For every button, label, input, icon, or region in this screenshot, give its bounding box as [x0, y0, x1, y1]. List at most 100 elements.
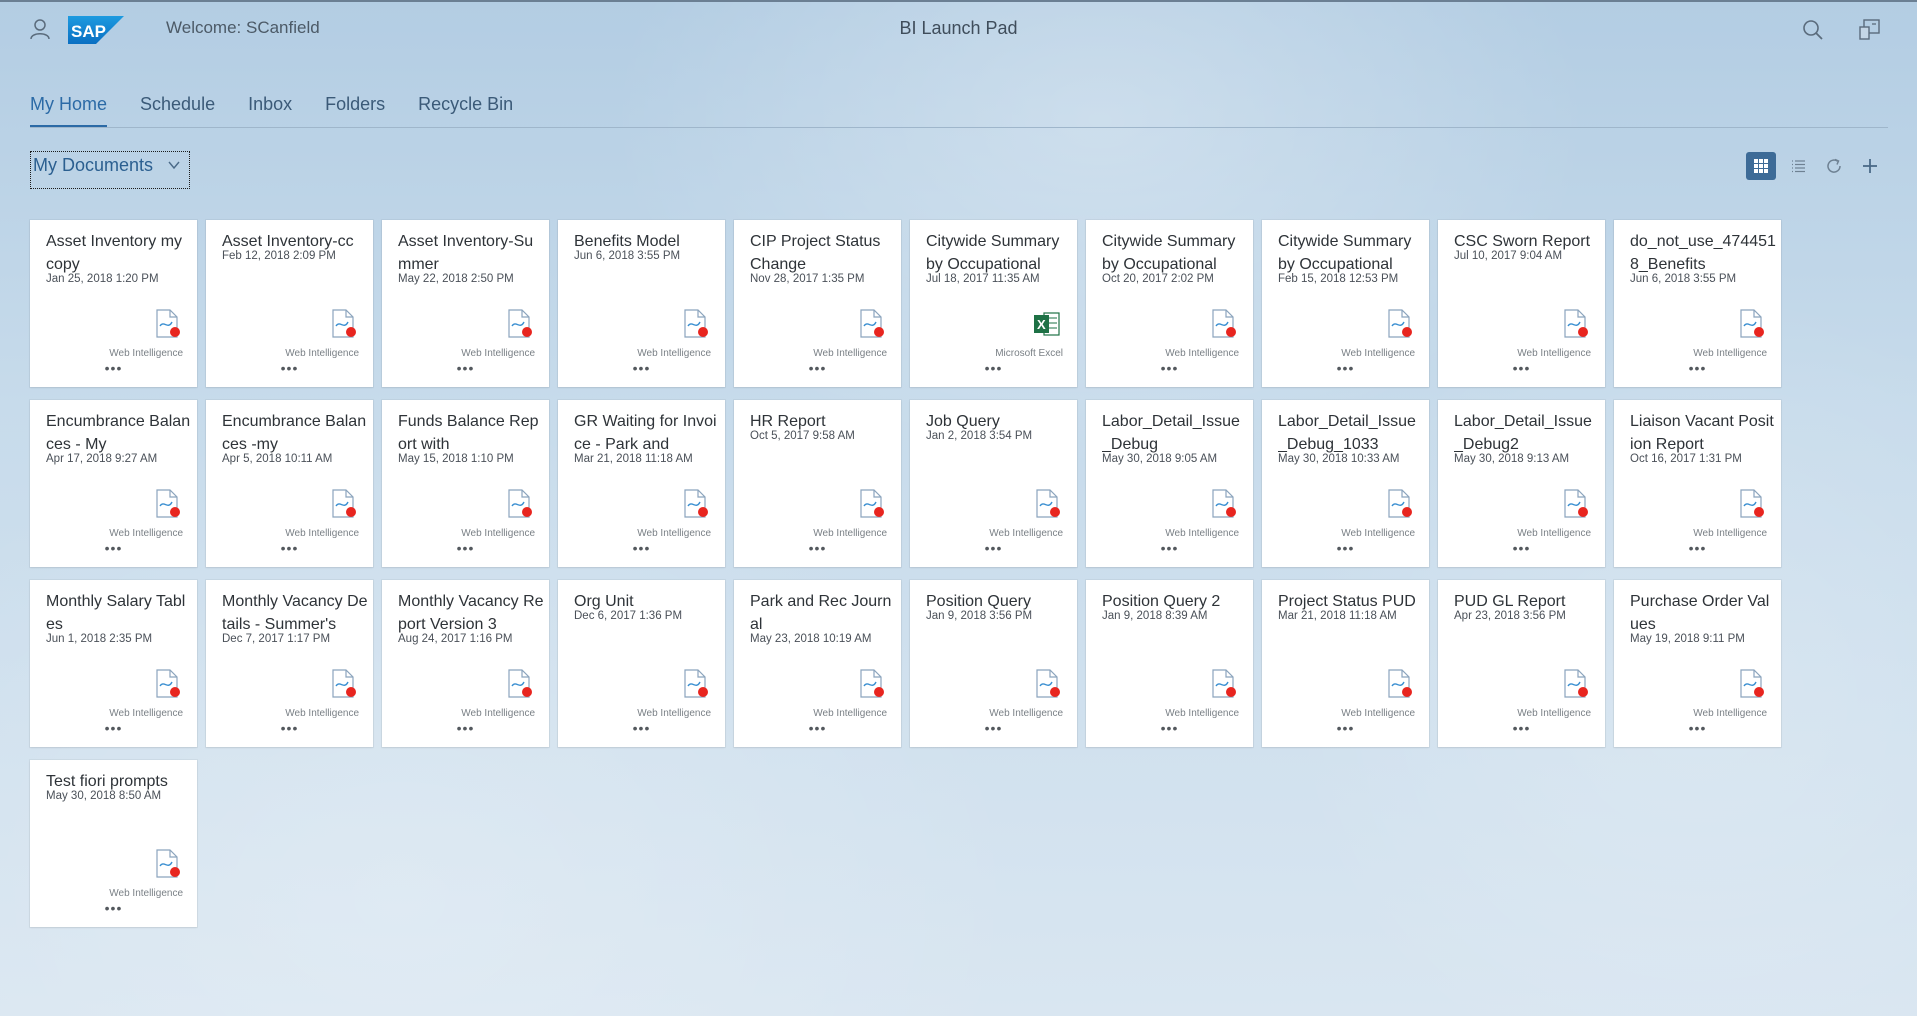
- document-title[interactable]: Asset Inventory my copy: [46, 230, 192, 276]
- more-options-icon[interactable]: •••: [30, 901, 197, 915]
- document-tile[interactable]: Citywide Summary by Occupational Feb 15, …: [1262, 220, 1429, 387]
- document-tile[interactable]: Encumbrance Balances - My Apr 17, 2018 9:…: [30, 400, 197, 567]
- document-title[interactable]: Labor_Detail_Issue_Debug_1033: [1278, 410, 1424, 456]
- more-options-icon[interactable]: •••: [1086, 541, 1253, 555]
- document-title[interactable]: Monthly Vacancy Report Version 3: [398, 590, 544, 636]
- document-tile[interactable]: Benefits Model Jun 6, 2018 3:55 PM Web Int…: [558, 220, 725, 387]
- more-options-icon[interactable]: •••: [1086, 721, 1253, 735]
- document-title[interactable]: Park and Rec Journal: [750, 590, 896, 636]
- document-tile[interactable]: Park and Rec Journal May 23, 2018 10:19 A…: [734, 580, 901, 747]
- document-tile[interactable]: Monthly Vacancy Report Version 3 Aug 24, …: [382, 580, 549, 747]
- document-tile[interactable]: GR Waiting for Invoice - Park and Mar 21,…: [558, 400, 725, 567]
- more-options-icon[interactable]: •••: [1614, 361, 1781, 375]
- more-options-icon[interactable]: •••: [382, 361, 549, 375]
- more-options-icon[interactable]: •••: [734, 361, 901, 375]
- document-tile[interactable]: Citywide Summary by Occupational Jul 18, …: [910, 220, 1077, 387]
- document-title[interactable]: GR Waiting for Invoice - Park and: [574, 410, 720, 456]
- document-title[interactable]: Citywide Summary by Occupational: [1278, 230, 1424, 276]
- user-icon[interactable]: [28, 17, 52, 41]
- tab-inbox[interactable]: Inbox: [248, 92, 292, 128]
- document-tile[interactable]: PUD GL Report Apr 23, 2018 3:56 PM Web Int…: [1438, 580, 1605, 747]
- document-tile[interactable]: Asset Inventory my copy Jan 25, 2018 1:20…: [30, 220, 197, 387]
- sap-logo[interactable]: SAP: [68, 16, 124, 44]
- refresh-icon[interactable]: [1819, 152, 1849, 180]
- list-view-icon[interactable]: [1783, 152, 1813, 180]
- document-tile[interactable]: Liaison Vacant Position Report Oct 16, 20…: [1614, 400, 1781, 567]
- document-tile[interactable]: Job Query Jan 2, 2018 3:54 PM Web Intellig…: [910, 400, 1077, 567]
- document-tile[interactable]: Test fiori prompts May 30, 2018 8:50 AM We…: [30, 760, 197, 927]
- tab-recycle-bin[interactable]: Recycle Bin: [418, 92, 513, 128]
- more-options-icon[interactable]: •••: [382, 721, 549, 735]
- document-title[interactable]: Labor_Detail_Issue_Debug: [1102, 410, 1248, 456]
- more-options-icon[interactable]: •••: [206, 361, 373, 375]
- more-options-icon[interactable]: •••: [1262, 361, 1429, 375]
- document-title[interactable]: Encumbrance Balances -my: [222, 410, 368, 456]
- document-title[interactable]: Asset Inventory-Summer: [398, 230, 544, 276]
- document-type: Web Intelligence: [461, 348, 535, 359]
- document-tile[interactable]: CSC Sworn Report Jul 10, 2017 9:04 AM Web …: [1438, 220, 1605, 387]
- more-options-icon[interactable]: •••: [910, 541, 1077, 555]
- more-options-icon[interactable]: •••: [734, 541, 901, 555]
- document-title[interactable]: do_not_use_4744518_Benefits: [1630, 230, 1776, 276]
- document-tile[interactable]: Monthly Salary Tables Jun 1, 2018 2:35 PM…: [30, 580, 197, 747]
- more-options-icon[interactable]: •••: [1086, 361, 1253, 375]
- document-tile[interactable]: Monthly Vacancy Details - Summer's Dec 7,…: [206, 580, 373, 747]
- more-options-icon[interactable]: •••: [910, 721, 1077, 735]
- more-options-icon[interactable]: •••: [206, 541, 373, 555]
- document-tile[interactable]: HR Report Oct 5, 2017 9:58 AM Web Intellig…: [734, 400, 901, 567]
- more-options-icon[interactable]: •••: [734, 721, 901, 735]
- document-tile[interactable]: do_not_use_4744518_Benefits Jun 6, 2018 3…: [1614, 220, 1781, 387]
- more-options-icon[interactable]: •••: [558, 361, 725, 375]
- document-tile[interactable]: Asset Inventory-cc Feb 12, 2018 2:09 PM We…: [206, 220, 373, 387]
- tab-folders[interactable]: Folders: [325, 92, 385, 128]
- notifications-icon[interactable]: [1856, 16, 1884, 44]
- document-tile[interactable]: Encumbrance Balances -my Apr 5, 2018 10:1…: [206, 400, 373, 567]
- tab-my-home[interactable]: My Home: [30, 92, 108, 128]
- document-type: Web Intelligence: [989, 708, 1063, 719]
- more-options-icon[interactable]: •••: [1262, 541, 1429, 555]
- document-tile[interactable]: Funds Balance Report with May 15, 2018 1:…: [382, 400, 549, 567]
- document-title[interactable]: Citywide Summary by Occupational: [1102, 230, 1248, 276]
- more-options-icon[interactable]: •••: [1614, 721, 1781, 735]
- document-title[interactable]: Encumbrance Balances - My: [46, 410, 192, 456]
- document-tile[interactable]: Position Query 2 Jan 9, 2018 8:39 AM Web I…: [1086, 580, 1253, 747]
- more-options-icon[interactable]: •••: [1438, 361, 1605, 375]
- more-options-icon[interactable]: •••: [30, 721, 197, 735]
- document-title[interactable]: Monthly Vacancy Details - Summer's: [222, 590, 368, 636]
- document-tile[interactable]: Org Unit Dec 6, 2017 1:36 PM Web Intellige…: [558, 580, 725, 747]
- tile-view-icon[interactable]: [1746, 152, 1776, 180]
- more-options-icon[interactable]: •••: [1262, 721, 1429, 735]
- more-options-icon[interactable]: •••: [382, 541, 549, 555]
- document-title[interactable]: Citywide Summary by Occupational: [926, 230, 1072, 276]
- more-options-icon[interactable]: •••: [30, 541, 197, 555]
- more-options-icon[interactable]: •••: [206, 721, 373, 735]
- document-title[interactable]: Purchase Order Values: [1630, 590, 1776, 636]
- more-options-icon[interactable]: •••: [30, 361, 197, 375]
- more-options-icon[interactable]: •••: [558, 721, 725, 735]
- document-tile[interactable]: Purchase Order Values May 19, 2018 9:11 P…: [1614, 580, 1781, 747]
- more-options-icon[interactable]: •••: [910, 361, 1077, 375]
- more-options-icon[interactable]: •••: [558, 541, 725, 555]
- document-title[interactable]: Monthly Salary Tables: [46, 590, 192, 636]
- more-options-icon[interactable]: •••: [1614, 541, 1781, 555]
- document-tile[interactable]: Project Status PUD Mar 21, 2018 11:18 AM W…: [1262, 580, 1429, 747]
- document-title[interactable]: Liaison Vacant Position Report: [1630, 410, 1776, 456]
- tab-schedule[interactable]: Schedule: [140, 92, 215, 128]
- search-icon[interactable]: [1799, 16, 1827, 44]
- document-type: Web Intelligence: [109, 348, 183, 359]
- document-title[interactable]: CIP Project Status Change: [750, 230, 896, 276]
- document-tile[interactable]: Labor_Detail_Issue_Debug May 30, 2018 9:0…: [1086, 400, 1253, 567]
- document-tile[interactable]: Position Query Jan 9, 2018 3:56 PM Web Int…: [910, 580, 1077, 747]
- more-options-icon[interactable]: •••: [1438, 541, 1605, 555]
- add-icon[interactable]: [1855, 152, 1885, 180]
- document-tile[interactable]: Labor_Detail_Issue_Debug_1033 May 30, 201…: [1262, 400, 1429, 567]
- documents-selector[interactable]: My Documents: [30, 151, 190, 189]
- document-title[interactable]: Funds Balance Report with: [398, 410, 544, 456]
- document-tile[interactable]: Citywide Summary by Occupational Oct 20, …: [1086, 220, 1253, 387]
- more-options-icon[interactable]: •••: [1438, 721, 1605, 735]
- document-title[interactable]: Labor_Detail_Issue_Debug2: [1454, 410, 1600, 456]
- document-tile[interactable]: Labor_Detail_Issue_Debug2 May 30, 2018 9:…: [1438, 400, 1605, 567]
- document-type: Web Intelligence: [1693, 348, 1767, 359]
- document-tile[interactable]: Asset Inventory-Summer May 22, 2018 2:50 …: [382, 220, 549, 387]
- document-tile[interactable]: CIP Project Status Change Nov 28, 2017 1:…: [734, 220, 901, 387]
